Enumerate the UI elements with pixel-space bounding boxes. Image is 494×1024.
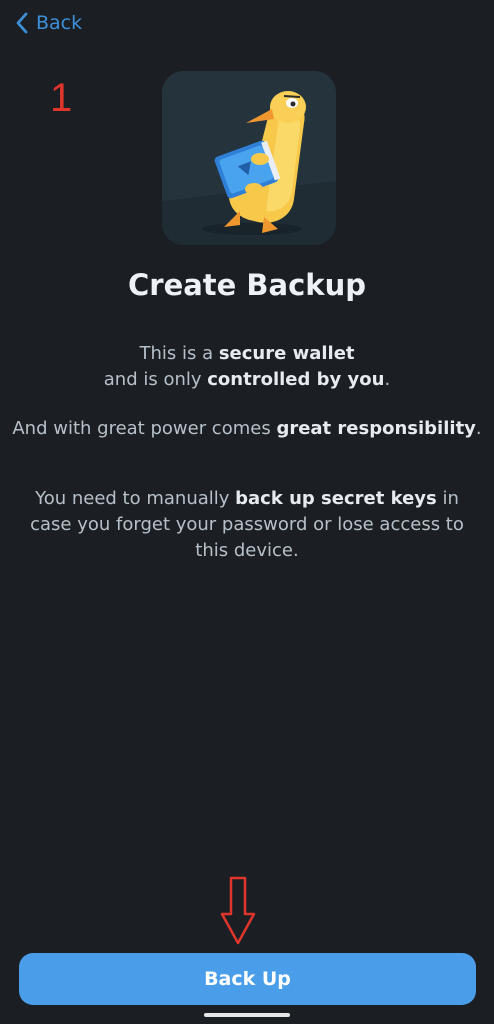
duck-backup-illustration (162, 71, 336, 245)
back-button-label: Back (36, 12, 83, 34)
desc-bold: back up secret keys (235, 488, 437, 509)
description-paragraph-2: And with great power comes great respons… (12, 416, 482, 442)
desc-bold: great responsibility (276, 418, 476, 439)
desc-text: You need to manually (35, 488, 236, 509)
page-title: Create Backup (127, 268, 366, 302)
backup-screen: Back 1 Create Backup This is a secure wa… (0, 0, 494, 1024)
desc-text: And with great power comes (12, 418, 277, 439)
description-paragraph-1: This is a secure wallet and is only cont… (12, 341, 482, 393)
home-indicator (204, 1013, 290, 1017)
desc-bold: secure wallet (218, 343, 355, 364)
arrow-down-icon (220, 876, 256, 946)
back-button[interactable]: Back (14, 12, 82, 34)
desc-text: . (384, 369, 391, 390)
desc-bold: controlled by you (207, 369, 385, 390)
desc-text: and is only (103, 369, 208, 390)
desc-text: . (475, 418, 482, 439)
step-number-annotation: 1 (50, 76, 73, 120)
back-up-button[interactable]: Back Up (19, 953, 476, 1005)
desc-text: This is a (139, 343, 219, 364)
chevron-left-icon (14, 12, 30, 34)
description-paragraph-3: You need to manually back up secret keys… (12, 486, 482, 564)
